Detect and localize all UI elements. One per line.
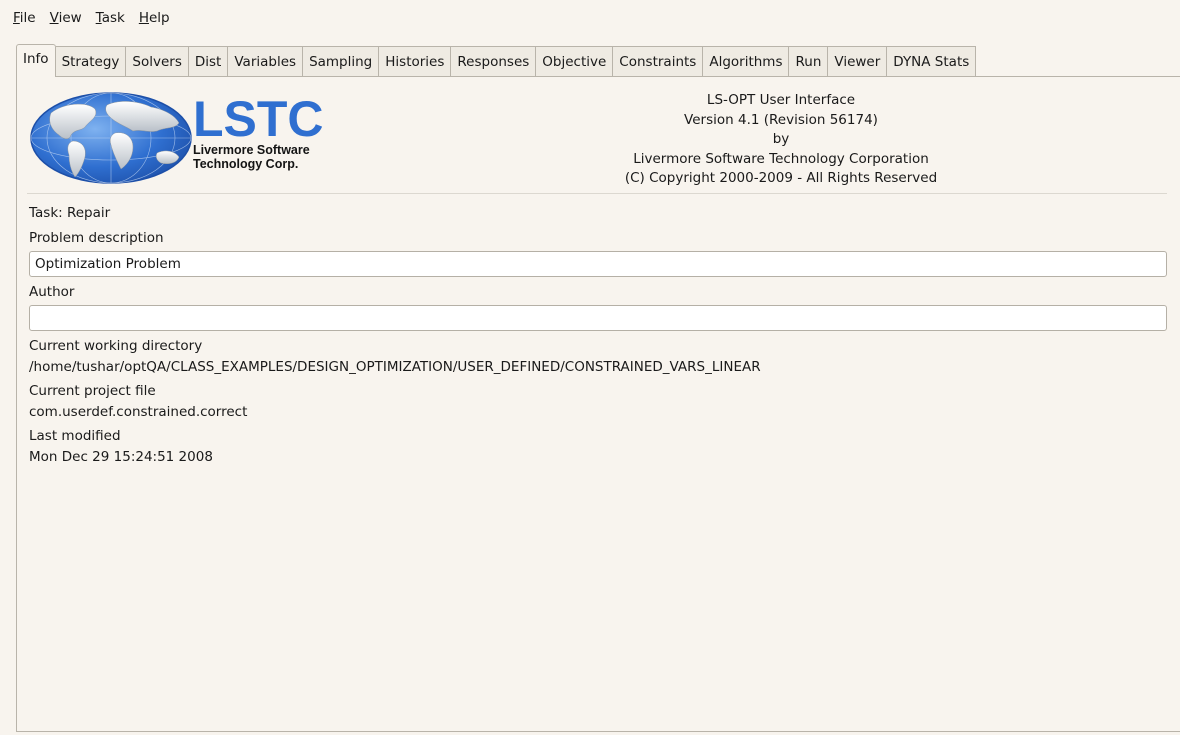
tab-strategy[interactable]: Strategy [55,46,127,76]
menu-file[interactable]: File [6,10,43,26]
tab-info[interactable]: Info [16,44,56,77]
project-file-label: Current project file [29,383,156,399]
last-modified-label: Last modified [29,428,121,444]
logo-lstc-text: LSTC [193,91,324,147]
menu-task-label: ask [101,10,125,26]
problem-description-input[interactable] [29,251,1167,277]
about-line-by: by [772,131,790,147]
tab-solvers[interactable]: Solvers [126,46,189,76]
menu-file-label: ile [19,10,36,26]
tab-dist[interactable]: Dist [188,46,229,76]
menu-help[interactable]: Help [132,10,177,26]
menu-help-label: elp [148,10,170,26]
menu-view-label: iew [58,10,82,26]
logo-line2-text: Technology Corp. [193,157,298,171]
lstc-logo: LSTC Livermore Software Technology Corp. [30,91,324,184]
project-file-value: com.userdef.constrained.correct [29,404,248,420]
tab-dyna-stats[interactable]: DYNA Stats [887,46,977,76]
tab-sampling[interactable]: Sampling [303,46,380,76]
menu-view[interactable]: View [43,10,89,26]
cwd-label: Current working directory [29,338,203,354]
tab-run[interactable]: Run [789,46,829,76]
tab-algorithms[interactable]: Algorithms [703,46,790,76]
about-text: LS-OPT User Interface Version 4.1 (Revis… [571,91,991,189]
tab-histories[interactable]: Histories [379,46,452,76]
tab-variables[interactable]: Variables [228,46,304,76]
cwd-value: /home/tushar/optQA/CLASS_EXAMPLES/DESIGN… [29,359,761,375]
about-line-company: Livermore Software Technology Corporatio… [633,150,929,167]
tab-constraints[interactable]: Constraints [613,46,704,76]
author-input[interactable] [29,305,1167,331]
menu-view-accel: V [49,10,59,26]
menu-help-accel: H [138,10,149,26]
tab-viewer[interactable]: Viewer [828,46,888,76]
tab-objective[interactable]: Objective [536,46,614,76]
menu-file-accel: F [13,10,20,26]
about-line-copyright: (C) Copyright 2000-2009 - All Rights Res… [624,170,938,186]
logo-line1-text: Livermore Software [193,143,310,157]
tab-bar: Info Strategy Solvers Dist Variables Sam… [16,43,977,77]
menu-task[interactable]: Task [89,10,132,26]
about-line-version: Version 4.1 (Revision 56174) [684,111,878,128]
info-panel: LSTC Livermore Software Technology Corp.… [16,76,1180,732]
about-line-title: LS-OPT User Interface [706,92,856,108]
menu-bar: File View Task Help [0,0,1180,36]
tab-responses[interactable]: Responses [451,46,537,76]
last-modified-value: Mon Dec 29 15:24:51 2008 [29,449,213,465]
problem-description-label: Problem description [29,230,164,246]
about-header: LSTC Livermore Software Technology Corp.… [17,77,1180,193]
task-label: Task: Repair [29,205,111,221]
header-separator [27,193,1167,194]
author-label: Author [29,284,75,300]
